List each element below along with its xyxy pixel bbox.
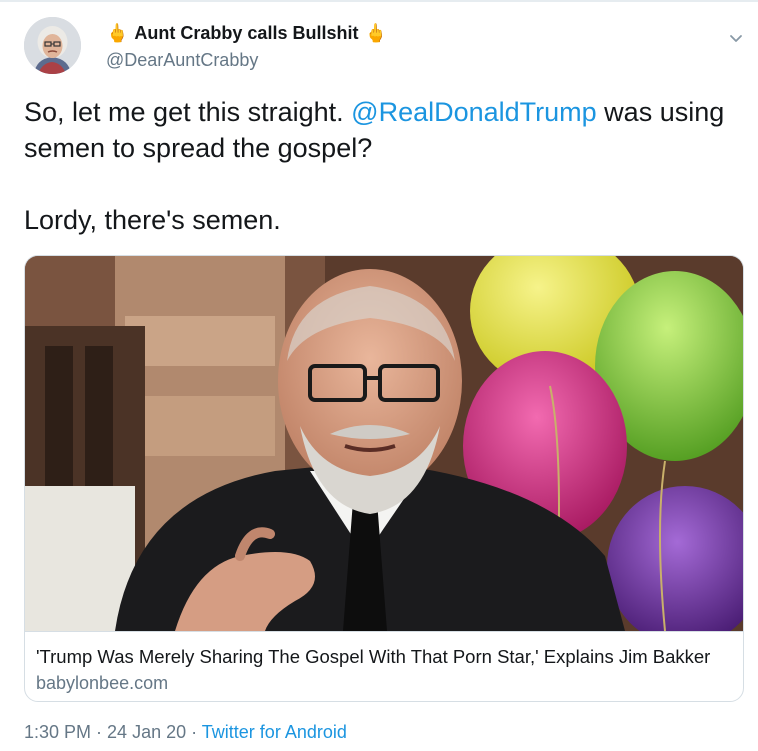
- tweet-time[interactable]: 1:30 PM: [24, 722, 91, 742]
- mention-link[interactable]: @RealDonaldTrump: [351, 97, 597, 127]
- user-handle[interactable]: @DearAuntCrabby: [106, 50, 258, 71]
- tweet-source-link[interactable]: Twitter for Android: [202, 722, 347, 742]
- avatar[interactable]: [24, 17, 81, 74]
- tweet-text: So, let me get this straight. @RealDonal…: [24, 94, 740, 238]
- card-meta[interactable]: 'Trump Was Merely Sharing The Gospel Wit…: [25, 631, 743, 701]
- card-title[interactable]: 'Trump Was Merely Sharing The Gospel Wit…: [36, 646, 733, 668]
- card-image[interactable]: [25, 256, 743, 631]
- separator: ·: [91, 722, 108, 742]
- tweet-footer: 1:30 PM · 24 Jan 20 · Twitter for Androi…: [24, 722, 347, 743]
- link-card[interactable]: 'Trump Was Merely Sharing The Gospel Wit…: [24, 255, 744, 702]
- display-name[interactable]: Aunt Crabby calls Bullshit: [134, 23, 358, 44]
- middle-finger-icon: 🖕: [364, 23, 387, 43]
- separator: ·: [186, 722, 202, 742]
- tweet-text-line2: Lordy, there's semen.: [24, 205, 281, 235]
- middle-finger-icon: 🖕: [106, 23, 129, 43]
- card-domain: babylonbee.com: [36, 673, 169, 693]
- chevron-down-icon[interactable]: [728, 30, 744, 46]
- tweet-text-line1: So, let me get this straight. @RealDonal…: [24, 94, 740, 166]
- text-segment: So, let me get this straight.: [24, 97, 352, 127]
- tweet-date[interactable]: 24 Jan 20: [107, 722, 186, 742]
- display-name-row[interactable]: 🖕 Aunt Crabby calls Bullshit 🖕: [106, 20, 387, 46]
- top-divider: [0, 0, 758, 2]
